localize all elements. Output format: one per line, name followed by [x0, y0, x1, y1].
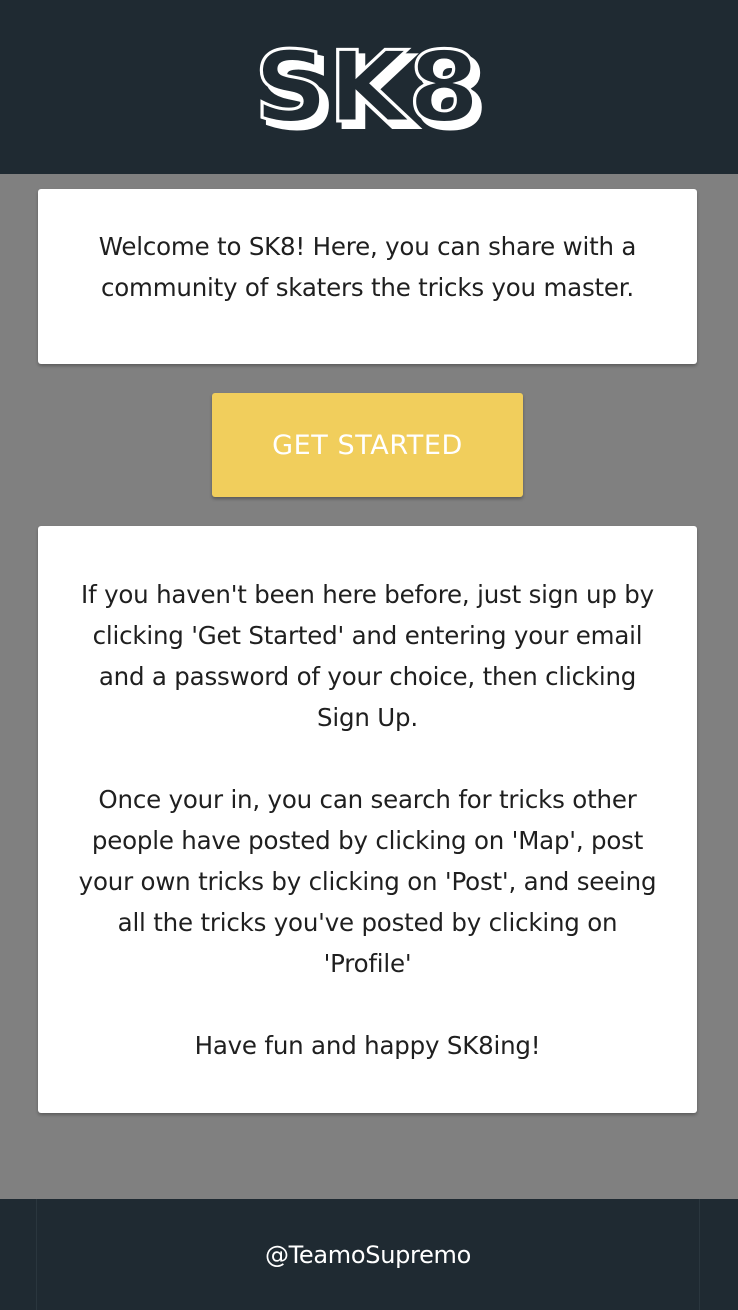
instructions-paragraph-features: Once your in, you can search for tricks …	[78, 785, 657, 978]
footer-handle: @TeamoSupremo	[264, 1240, 472, 1269]
welcome-card: Welcome to SK8! Here, you can share with…	[38, 189, 697, 364]
welcome-text: Welcome to SK8! Here, you can share with…	[98, 232, 637, 302]
app-header: SK8 SK8	[0, 0, 738, 174]
app-footer: @TeamoSupremo	[0, 1199, 738, 1310]
instructions-paragraph-signup: If you haven't been here before, just si…	[81, 580, 654, 732]
sk8-logo[interactable]: SK8 SK8	[251, 40, 491, 132]
get-started-button[interactable]: GET STARTED	[212, 393, 523, 497]
page: SK8 SK8 Welcome to SK8! Here, you can sh…	[0, 0, 738, 1310]
logo-text: SK8	[254, 40, 480, 132]
instructions-paragraph-closing: Have fun and happy SK8ing!	[194, 1031, 541, 1060]
footer-content: @TeamoSupremo	[36, 1199, 700, 1310]
instructions-card: If you haven't been here before, just si…	[38, 526, 697, 1113]
